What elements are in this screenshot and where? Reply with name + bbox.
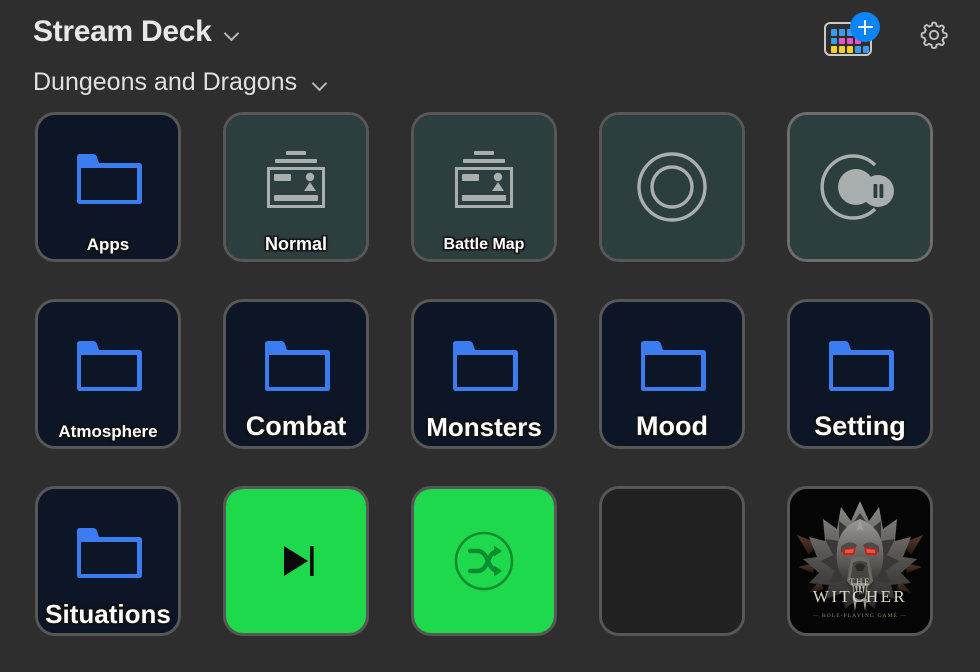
empty-key — [602, 489, 742, 633]
key-record-pause[interactable] — [787, 112, 933, 262]
key-surface — [226, 302, 366, 446]
key-artwork — [602, 302, 742, 446]
gear-icon[interactable] — [916, 17, 952, 53]
folder-icon — [77, 341, 142, 391]
witcher-word-witcher: WITCHER — [812, 587, 908, 606]
deck-key-dot — [863, 46, 869, 53]
witcher-wordmark: THE WITCHER — [790, 577, 930, 606]
witcher-word-the: THE — [849, 577, 871, 587]
key-combat[interactable]: Combat — [223, 299, 369, 449]
key-the-witcher[interactable]: THE WITCHER — ROLE-PLAYING GAME — — [787, 486, 933, 636]
key-surface — [226, 489, 366, 633]
key-surface — [602, 115, 742, 259]
key-artwork — [38, 115, 178, 259]
folder-icon — [265, 341, 330, 391]
window-card-icon — [267, 151, 325, 208]
deck-key-dot — [847, 46, 853, 53]
key-artwork — [790, 302, 930, 446]
folder-icon — [641, 341, 706, 391]
deck-key-dot — [831, 29, 837, 36]
key-mood[interactable]: Mood — [599, 299, 745, 449]
chevron-down-icon[interactable] — [225, 28, 240, 37]
key-surface — [414, 115, 554, 259]
record-pause-icon — [820, 154, 894, 220]
key-monsters[interactable]: Monsters — [411, 299, 557, 449]
key-empty[interactable] — [599, 486, 745, 636]
key-artwork — [602, 115, 742, 259]
key-artwork — [38, 302, 178, 446]
key-artwork — [414, 302, 554, 446]
deck-key-dot — [847, 37, 853, 45]
stream-deck-add-icon[interactable] — [824, 12, 880, 56]
app-title-row: Stream Deck — [33, 17, 240, 47]
deck-key-dot — [831, 46, 837, 53]
deck-key-dot — [831, 37, 837, 45]
key-surface: THE WITCHER — ROLE-PLAYING GAME — — [790, 489, 930, 633]
key-surface — [226, 115, 366, 259]
witcher-subtitle: — ROLE-PLAYING GAME — — [812, 613, 908, 619]
key-artwork — [226, 489, 366, 633]
folder-icon — [77, 528, 142, 578]
key-normal[interactable]: Normal — [223, 112, 369, 262]
key-artwork — [38, 489, 178, 633]
the-witcher-icon — [797, 501, 923, 611]
folder-icon — [453, 341, 518, 391]
key-surface — [602, 302, 742, 446]
window-card-icon — [455, 151, 513, 208]
key-surface — [38, 489, 178, 633]
key-surface — [602, 489, 742, 633]
page-title: Stream Deck — [33, 15, 212, 48]
stream-deck-key-grid: Apps Normal Battle Map Atmosphere Combat… — [35, 112, 945, 636]
key-atmosphere[interactable]: Atmosphere — [35, 299, 181, 449]
deck-key-dot — [839, 46, 845, 53]
key-shuffle[interactable] — [411, 486, 557, 636]
key-artwork — [226, 302, 366, 446]
key-artwork — [790, 489, 930, 633]
key-surface — [790, 115, 930, 259]
key-surface — [38, 302, 178, 446]
key-record[interactable] — [599, 112, 745, 262]
key-surface — [790, 302, 930, 446]
key-situations[interactable]: Situations — [35, 486, 181, 636]
key-artwork — [414, 489, 554, 633]
key-artwork — [790, 115, 930, 259]
key-artwork — [226, 115, 366, 259]
header-bar: Stream Deck Dungeons and Dragons — [0, 0, 980, 112]
deck-key-dot — [839, 29, 845, 36]
profile-name: Dungeons and Dragons — [33, 68, 298, 96]
next-track-icon — [284, 546, 314, 576]
record-icon — [637, 152, 707, 222]
deck-key-dot — [855, 46, 861, 53]
key-next-track[interactable] — [223, 486, 369, 636]
key-battle-map[interactable]: Battle Map — [411, 112, 557, 262]
key-artwork — [414, 115, 554, 259]
profile-selector[interactable]: Dungeons and Dragons — [33, 70, 328, 95]
header-actions — [824, 12, 952, 56]
key-apps[interactable]: Apps — [35, 112, 181, 262]
deck-key-dot — [839, 37, 845, 45]
key-surface — [38, 115, 178, 259]
key-setting[interactable]: Setting — [787, 299, 933, 449]
key-surface — [414, 489, 554, 633]
folder-icon — [829, 341, 894, 391]
chevron-down-icon[interactable] — [313, 78, 328, 87]
folder-icon — [77, 154, 142, 204]
plus-icon[interactable] — [850, 12, 880, 42]
key-surface — [414, 302, 554, 446]
shuffle-icon — [454, 531, 514, 591]
